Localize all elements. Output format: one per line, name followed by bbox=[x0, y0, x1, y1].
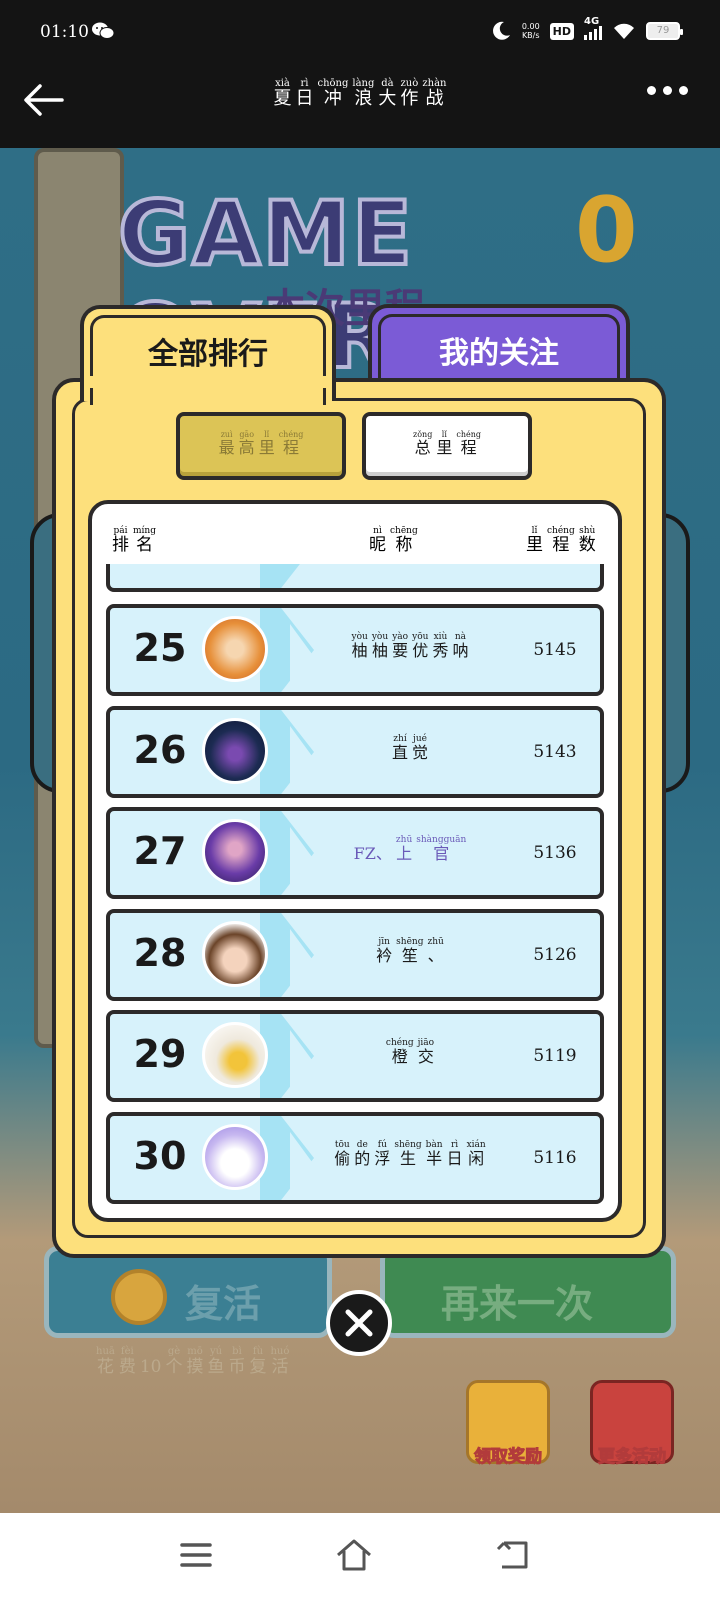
score-column-header: lǐ 里 chéng 程 shù 数 bbox=[526, 526, 596, 555]
player-score: 5136 bbox=[533, 843, 577, 863]
rank-number: 26 bbox=[133, 727, 187, 772]
back-nav-icon[interactable] bbox=[494, 1535, 534, 1575]
total-distance-button[interactable]: zǒng 总 lǐ 里 chéng 程 bbox=[362, 412, 532, 480]
tab-follow-label: 我的关注 bbox=[439, 336, 559, 371]
rank-number: 25 bbox=[133, 626, 187, 670]
player-score: 5126 bbox=[533, 944, 577, 965]
system-nav-bar bbox=[0, 1513, 720, 1600]
status-bar: 01:10 0.00 KB/s HD 4G 79 bbox=[0, 0, 720, 66]
wechat-icon bbox=[92, 22, 114, 39]
nickname-column-header: nì 昵 chēng 称 bbox=[369, 526, 418, 555]
play-again-button[interactable]: 再来一次 bbox=[380, 1246, 676, 1338]
close-button[interactable] bbox=[326, 1290, 392, 1356]
rank-number: 27 bbox=[133, 829, 187, 873]
status-icons: 0.00 KB/s HD 4G 79 bbox=[490, 16, 683, 42]
table-row[interactable]: 26 zhí 直 jué 觉 5143 bbox=[106, 705, 604, 798]
flower-avatar[interactable] bbox=[202, 616, 268, 682]
table-row[interactable]: 28 jīn 衿 shēng 笙 zhū、 5126 bbox=[106, 908, 604, 1001]
fish-coin-icon bbox=[111, 1269, 167, 1325]
hooded-figure-avatar[interactable] bbox=[202, 717, 268, 784]
ranking-rows[interactable]: 25 yòu 柚 yòu 柚 yào 要 yōu 优 xiù 秀 nà 呐 5145 26 zhí 直 jué 觉 5… bbox=[92, 564, 618, 1214]
highest-distance-button[interactable]: zuì 最 gāo 高 lǐ 里 chéng 程 bbox=[176, 412, 346, 480]
table-row[interactable]: 30 tōu 偷 de 的 fú 浮 shēng 生 bàn 半 rì 日 xián 闲 5116 bbox=[106, 1111, 604, 1204]
player-nickname: zhí 直 jué 觉 bbox=[391, 733, 429, 762]
rank-number: 29 bbox=[133, 1032, 187, 1076]
ghost-avatar[interactable] bbox=[202, 1123, 268, 1190]
table-row[interactable]: 27 FZ、 zhū 上 shàngguān 官 5136 bbox=[106, 807, 604, 899]
rank-column-header: pái 排 míng 名 bbox=[112, 526, 156, 555]
close-icon bbox=[345, 1309, 373, 1337]
beach-ball-button[interactable]: 更多活动 bbox=[590, 1380, 674, 1468]
revive-button[interactable]: 复活 bbox=[44, 1246, 332, 1338]
player-score: 5143 bbox=[533, 741, 577, 762]
play-again-label: 再来一次 bbox=[441, 1282, 594, 1326]
reward-chest-button[interactable]: 领取奖励 bbox=[466, 1380, 550, 1468]
top-bar: xià 夏 rì 日 chōng 冲 làng 浪 dà 大 zuò 作 zhàn 战 bbox=[0, 66, 720, 148]
table-row[interactable]: 25 yòu 柚 yòu 柚 yào 要 yōu 优 xiù 秀 nà 呐 5145 bbox=[106, 604, 604, 696]
signal-icon: 4G bbox=[584, 16, 602, 40]
player-score: 5145 bbox=[533, 640, 577, 660]
player-nickname: tōu 偷 de 的 fú 浮 shēng 生 bàn 半 rì 日 xián 闲 bbox=[334, 1139, 486, 1168]
more-options-icon[interactable] bbox=[647, 86, 688, 95]
player-nickname: yòu 柚 yòu 柚 yào 要 yōu 优 xiù 秀 nà 呐 bbox=[351, 632, 469, 660]
boy-avatar[interactable] bbox=[202, 920, 268, 987]
menu-icon[interactable] bbox=[176, 1535, 216, 1575]
ranking-list[interactable]: pái 排 míng 名 nì 昵 chēng 称 lǐ 里 chéng 程 shù 数 25 yòu 柚… bbox=[88, 500, 622, 1222]
battery-icon: 79 bbox=[646, 22, 683, 40]
revive-cost-text: huā 花 fèi 费 10 gè 个 mō 摸 yú 鱼 bì 币 fù 复 huó 活 bbox=[96, 1346, 290, 1377]
list-header: pái 排 míng 名 nì 昵 chēng 称 lǐ 里 chéng 程 shù 数 bbox=[92, 526, 618, 566]
table-row[interactable]: 29 chéng 橙 jiāo 交 5119 bbox=[106, 1010, 604, 1102]
tab-all-label: 全部排行 bbox=[148, 337, 268, 372]
net-speed: 0.00 KB/s bbox=[521, 22, 540, 40]
ninja-avatar[interactable] bbox=[202, 819, 268, 885]
player-nickname: jīn 衿 shēng 笙 zhū、 bbox=[376, 936, 444, 965]
player-nickname: chéng 橙 jiāo 交 bbox=[385, 1038, 435, 1066]
player-nickname: FZ、 zhū 上 shàngguān 官 bbox=[353, 835, 467, 863]
moon-icon bbox=[492, 21, 510, 40]
home-icon[interactable] bbox=[334, 1535, 374, 1575]
activity-label: 更多活动 bbox=[598, 1447, 667, 1468]
revive-label: 复活 bbox=[185, 1282, 262, 1326]
wifi-icon bbox=[614, 23, 634, 39]
hd-badge: HD bbox=[549, 22, 574, 40]
status-time: 01:10 bbox=[40, 22, 89, 42]
reward-label: 领取奖励 bbox=[474, 1447, 543, 1468]
rank-number: 30 bbox=[133, 1133, 187, 1178]
table-row[interactable] bbox=[106, 564, 604, 592]
page-title: xià 夏 rì 日 chōng 冲 làng 浪 dà 大 zuò 作 zhàn 战 bbox=[273, 78, 447, 109]
rank-number: 28 bbox=[133, 930, 187, 975]
pikachu-avatar[interactable] bbox=[202, 1022, 268, 1088]
player-score: 5116 bbox=[533, 1147, 577, 1168]
player-score: 5119 bbox=[533, 1046, 577, 1066]
